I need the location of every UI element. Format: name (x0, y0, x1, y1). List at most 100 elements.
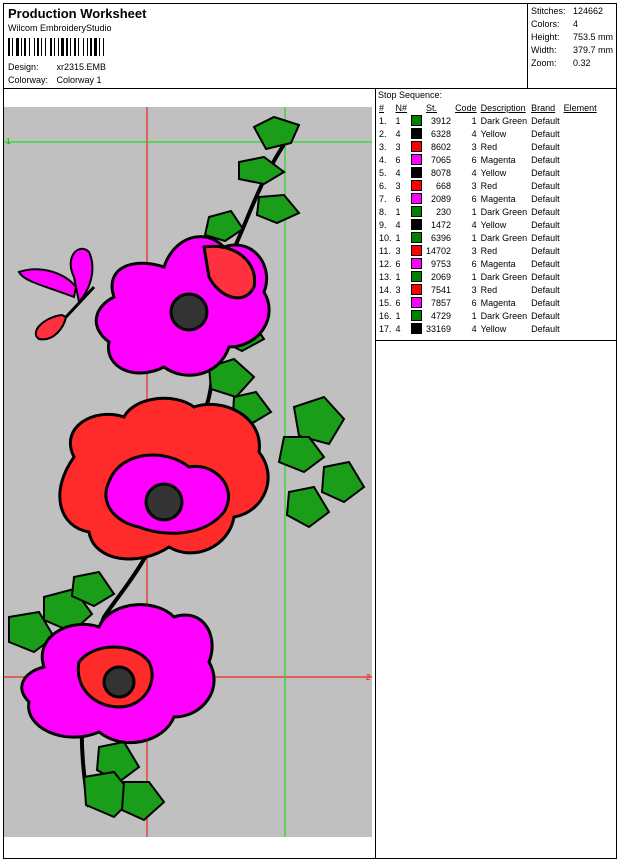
thread-brand: Default (531, 284, 560, 295)
top-flower (94, 235, 271, 377)
stop-index: 3. (379, 141, 387, 152)
thread-description: Yellow (480, 219, 507, 230)
needle-number: 4 (395, 167, 401, 178)
stitch-count: 4729 (431, 310, 452, 321)
stop-row: 3. 3 8602 3 Red Default (377, 140, 599, 153)
color-swatch-box (411, 167, 423, 179)
stop-index: 10. (379, 232, 392, 243)
stop-table-header: # N# St. Code Description Brand Element (377, 101, 599, 114)
stitch-count: 6328 (431, 128, 452, 139)
needle-number: 4 (395, 219, 401, 230)
stops-divider (376, 340, 616, 341)
needle-number: 6 (395, 193, 401, 204)
design-label: Design: (8, 62, 39, 72)
needle-number: 4 (395, 128, 401, 139)
stitch-count: 8078 (431, 167, 452, 178)
marker-1: 1 (6, 137, 11, 146)
thread-code: 4 (471, 323, 477, 334)
col-brand: Brand (531, 102, 556, 113)
color-swatch (409, 231, 424, 244)
thread-element (562, 192, 599, 205)
thread-code: 6 (471, 154, 477, 165)
stitch-count: 14702 (426, 245, 452, 256)
needle-number: 1 (395, 115, 401, 126)
thread-brand: Default (531, 271, 560, 282)
stitch-count: 6396 (431, 232, 452, 243)
embroidery-design-image (4, 107, 372, 837)
stitch-count: 33169 (426, 323, 452, 334)
thread-description: Magenta (480, 193, 516, 204)
thread-brand: Default (531, 167, 560, 178)
thread-code: 4 (471, 167, 477, 178)
thread-description: Dark Green (480, 115, 528, 126)
needle-number: 3 (395, 245, 401, 256)
thread-brand: Default (531, 310, 560, 321)
stop-row: 10. 1 6396 1 Dark Green Default (377, 231, 599, 244)
stitch-count: 2069 (431, 271, 452, 282)
thread-element (562, 153, 599, 166)
stitch-count: 7065 (431, 154, 452, 165)
thread-element (562, 218, 599, 231)
stop-index: 7. (379, 193, 387, 204)
worksheet-page: Production Worksheet Wilcom EmbroiderySt… (3, 3, 617, 859)
needle-number: 1 (395, 310, 401, 321)
thread-brand: Default (531, 141, 560, 152)
needle-number: 6 (395, 297, 401, 308)
stop-index: 9. (379, 219, 387, 230)
thread-code: 3 (471, 180, 477, 191)
color-swatch-box (411, 219, 423, 231)
software-name: Wilcom EmbroideryStudio (8, 23, 112, 33)
stop-index: 16. (379, 310, 392, 321)
thread-element (562, 179, 599, 192)
thread-element (562, 205, 599, 218)
page-title: Production Worksheet (8, 6, 147, 21)
colorway-row: Colorway: Colorway 1 (8, 75, 102, 85)
color-swatch (409, 218, 424, 231)
color-swatch-box (411, 193, 423, 205)
needle-number: 6 (395, 258, 401, 269)
stitch-count: 8602 (431, 141, 452, 152)
stop-row: 2. 4 6328 4 Yellow Default (377, 127, 599, 140)
thread-brand: Default (531, 219, 560, 230)
stat-label: Width: (531, 45, 557, 55)
stop-row: 5. 4 8078 4 Yellow Default (377, 166, 599, 179)
design-filename: xr2315.EMB (56, 62, 107, 72)
stitch-count: 2089 (431, 193, 452, 204)
stop-index: 8. (379, 206, 387, 217)
stat-value: 0.32 (573, 58, 591, 68)
thread-description: Red (480, 245, 498, 256)
thread-description: Dark Green (480, 232, 528, 243)
thread-description: Dark Green (480, 206, 528, 217)
stat-zoom: Zoom: 0.32 (531, 58, 591, 68)
marker-2-label: 2 (366, 673, 371, 682)
thread-code: 1 (471, 232, 477, 243)
needle-number: 4 (395, 323, 401, 334)
thread-element (562, 309, 599, 322)
stitch-count: 1472 (431, 219, 452, 230)
stop-index: 2. (379, 128, 387, 139)
stop-row: 8. 1 230 1 Dark Green Default (377, 205, 599, 218)
thread-code: 6 (471, 297, 477, 308)
color-swatch (409, 296, 424, 309)
color-swatch (409, 140, 424, 153)
stat-label: Colors: (531, 19, 560, 29)
thread-brand: Default (531, 154, 560, 165)
design-stats: Stitches: 124662 Colors: 4 Height: 753.5 mm… (527, 4, 617, 88)
middle-flower (58, 396, 270, 561)
needle-number: 1 (395, 232, 401, 243)
thread-description: Dark Green (480, 310, 528, 321)
color-swatch-box (411, 297, 423, 309)
color-swatch-box (411, 258, 423, 270)
color-swatch-box (411, 271, 423, 283)
thread-element (562, 257, 599, 270)
thread-code: 6 (471, 193, 477, 204)
stat-colors: Colors: 4 (531, 19, 578, 29)
thread-brand: Default (531, 232, 560, 243)
stitch-count: 9753 (431, 258, 452, 269)
color-swatch (409, 270, 424, 283)
thread-element (562, 114, 599, 127)
stop-row: 14. 3 7541 3 Red Default (377, 283, 599, 296)
stop-index: 12. (379, 258, 392, 269)
color-swatch-box (411, 154, 423, 166)
thread-code: 6 (471, 258, 477, 269)
